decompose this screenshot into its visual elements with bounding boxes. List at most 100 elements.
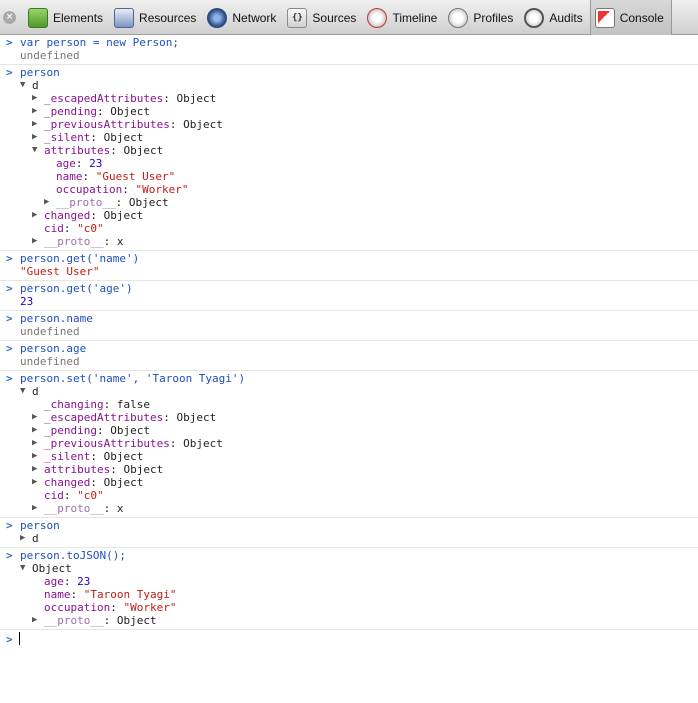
property-value: "Taroon Tyagi" xyxy=(83,588,177,601)
colon: : xyxy=(163,92,177,105)
object-root: Object xyxy=(32,562,72,575)
tab-console[interactable]: Console xyxy=(589,0,672,35)
command-text: person.set('name', 'Taroon Tyagi') xyxy=(20,372,246,385)
disclosure-collapsed-icon[interactable]: ▶ xyxy=(32,450,37,463)
property-key: age xyxy=(56,157,76,170)
timeline-icon xyxy=(367,7,388,28)
property-row: _pending: Object xyxy=(44,105,150,118)
disclosure-collapsed-icon[interactable]: ▶ xyxy=(32,235,37,248)
tab-resources[interactable]: Resources xyxy=(110,0,203,35)
network-icon xyxy=(207,7,228,28)
object-root: d xyxy=(32,79,39,92)
console-icon xyxy=(594,7,615,28)
tab-label: Audits xyxy=(549,10,583,25)
property-row: _escapedAttributes: Object xyxy=(44,411,216,424)
colon: : xyxy=(82,170,96,183)
tab-label: Network xyxy=(232,10,277,25)
property-key: age xyxy=(44,575,64,588)
prompt-icon: > xyxy=(6,549,13,562)
colon: : xyxy=(90,476,104,489)
property-row: occupation: "Worker" xyxy=(56,183,188,196)
disclosure-collapsed-icon[interactable]: ▶ xyxy=(32,131,37,144)
prompt-icon: > xyxy=(6,372,13,385)
disclosure-collapsed-icon[interactable]: ▶ xyxy=(20,532,25,545)
tab-audits[interactable]: Audits xyxy=(520,0,589,35)
tab-timeline[interactable]: Timeline xyxy=(363,0,444,35)
colon: : xyxy=(110,144,124,157)
property-key: _escapedAttributes xyxy=(44,92,164,105)
disclosure-collapsed-icon[interactable]: ▶ xyxy=(32,105,37,118)
disclosure-collapsed-icon[interactable]: ▶ xyxy=(32,209,37,222)
colon: : xyxy=(122,183,136,196)
tab-profiles[interactable]: Profiles xyxy=(444,0,520,35)
disclosure-collapsed-icon[interactable]: ▶ xyxy=(32,92,37,105)
property-key: attributes xyxy=(44,144,111,157)
close-icon[interactable]: × xyxy=(3,11,16,24)
disclosure-collapsed-icon[interactable]: ▶ xyxy=(32,411,37,424)
property-row: __proto__: Object xyxy=(44,614,157,627)
elements-icon xyxy=(28,7,48,28)
property-row: _previousAttributes: Object xyxy=(44,118,223,131)
disclosure-collapsed-icon[interactable]: ▶ xyxy=(44,196,49,209)
property-value: Object xyxy=(123,463,164,476)
prompt-icon: > xyxy=(6,519,13,532)
result-text: undefined xyxy=(20,325,80,338)
property-value: false xyxy=(116,398,150,411)
audits-icon xyxy=(524,7,545,28)
tab-label: Resources xyxy=(139,10,197,25)
property-value: Object xyxy=(116,614,157,627)
property-key: cid xyxy=(44,222,64,235)
colon: : xyxy=(63,489,78,502)
property-value: 23 xyxy=(89,157,103,170)
disclosure-collapsed-icon[interactable]: ▶ xyxy=(32,614,37,627)
console-entry: > var person = new Person; undefined xyxy=(0,35,698,65)
console-log[interactable]: > var person = new Person; undefined > per… xyxy=(0,35,698,703)
property-value: Object xyxy=(176,92,217,105)
resources-icon xyxy=(114,7,135,28)
disclosure-collapsed-icon[interactable]: ▶ xyxy=(32,463,37,476)
tab-network[interactable]: Network xyxy=(203,0,283,35)
property-row: cid: "c0" xyxy=(44,489,104,502)
console-input[interactable]: > xyxy=(0,630,698,648)
tab-label: Sources xyxy=(312,10,357,25)
disclosure-collapsed-icon[interactable]: ▶ xyxy=(32,476,37,489)
tab-label: Profiles xyxy=(473,10,514,25)
command-text: person.age xyxy=(20,342,87,355)
result-text: 23 xyxy=(20,295,34,308)
property-row: age: 23 xyxy=(56,157,102,170)
disclosure-expanded-icon[interactable]: ▼ xyxy=(20,562,25,575)
colon: : xyxy=(75,157,90,170)
property-key: _previousAttributes xyxy=(44,437,170,450)
prompt-icon: > xyxy=(6,36,13,49)
disclosure-collapsed-icon[interactable]: ▶ xyxy=(32,424,37,437)
tab-sources[interactable]: {} Sources xyxy=(283,0,363,35)
property-value: Object xyxy=(103,131,144,144)
property-row: _pending: Object xyxy=(44,424,150,437)
property-value: x xyxy=(116,235,124,248)
property-key: _silent xyxy=(44,450,91,463)
result-text: undefined xyxy=(20,355,80,368)
disclosure-expanded-icon[interactable]: ▼ xyxy=(20,79,25,92)
colon: : xyxy=(103,235,117,248)
disclosure-collapsed-icon[interactable]: ▶ xyxy=(32,118,37,131)
property-row: _changing: false xyxy=(44,398,150,411)
property-value: 23 xyxy=(77,575,91,588)
property-value: Object xyxy=(123,144,164,157)
colon: : xyxy=(169,437,184,450)
tab-elements[interactable]: Elements xyxy=(24,0,110,35)
disclosure-expanded-icon[interactable]: ▼ xyxy=(32,144,37,157)
colon: : xyxy=(103,614,117,627)
profiles-icon xyxy=(448,7,469,28)
colon: : xyxy=(90,450,104,463)
property-row: __proto__: x xyxy=(44,502,123,515)
property-row: occupation: "Worker" xyxy=(44,601,176,614)
property-row: __proto__: x xyxy=(44,235,123,248)
disclosure-collapsed-icon[interactable]: ▶ xyxy=(32,502,37,515)
console-entry: > person.get('age') 23 xyxy=(0,281,698,311)
property-key: __proto__ xyxy=(44,235,104,248)
disclosure-expanded-icon[interactable]: ▼ xyxy=(20,385,25,398)
colon: : xyxy=(63,575,78,588)
devtools-toolbar: × Elements Resources Network {} Sources T… xyxy=(0,0,698,35)
disclosure-collapsed-icon[interactable]: ▶ xyxy=(32,437,37,450)
property-key: name xyxy=(44,588,71,601)
